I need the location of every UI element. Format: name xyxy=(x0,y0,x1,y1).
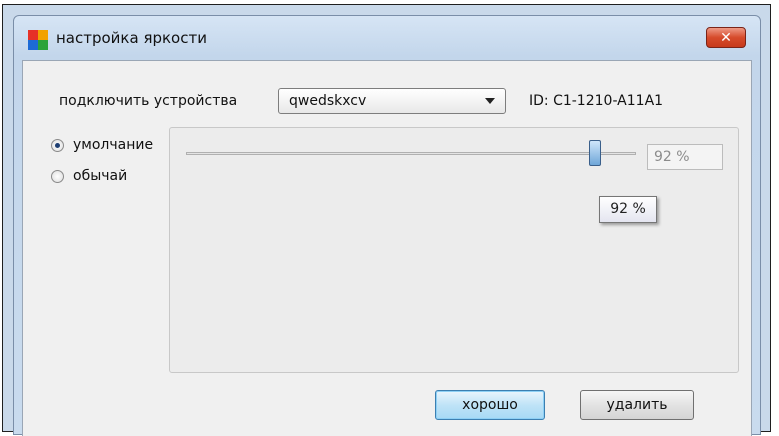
chevron-down-icon[interactable] xyxy=(485,98,495,104)
window-title: настройка яркости xyxy=(56,29,207,47)
radio-default-label: умолчание xyxy=(73,137,154,153)
brightness-tooltip: 92 % xyxy=(599,196,657,223)
app-logo-icon xyxy=(28,30,48,50)
radio-default-button[interactable] xyxy=(51,138,64,152)
device-select-value: qwedskxcv xyxy=(289,93,367,109)
title-bar[interactable]: настройка яркости ✕ xyxy=(14,16,760,60)
brightness-slider-thumb[interactable] xyxy=(588,140,601,166)
device-label: подключить устройства xyxy=(59,93,238,109)
brightness-slider-track[interactable] xyxy=(186,152,636,155)
radio-custom-button[interactable] xyxy=(51,169,64,183)
dialog-body: подключить устройства qwedskxcv ID: C1-1… xyxy=(22,60,752,436)
radio-custom-label: обычай xyxy=(73,168,128,184)
dialog-window: настройка яркости ✕ подключить устройств… xyxy=(13,15,761,436)
delete-button[interactable]: удалить xyxy=(580,390,694,420)
screenshot-frame: настройка яркости ✕ подключить устройств… xyxy=(2,4,771,436)
brightness-panel: 92 % 92 % xyxy=(169,127,739,373)
radio-default[interactable]: умолчание xyxy=(51,137,153,153)
radio-custom[interactable]: обычай xyxy=(51,168,127,184)
brightness-value-field: 92 % xyxy=(647,144,723,170)
ok-button[interactable]: хорошо xyxy=(435,390,545,420)
close-icon: ✕ xyxy=(720,30,732,46)
device-id: ID: C1-1210-A11A1 xyxy=(529,93,664,109)
close-button[interactable]: ✕ xyxy=(706,27,746,48)
device-select[interactable]: qwedskxcv xyxy=(278,88,506,114)
